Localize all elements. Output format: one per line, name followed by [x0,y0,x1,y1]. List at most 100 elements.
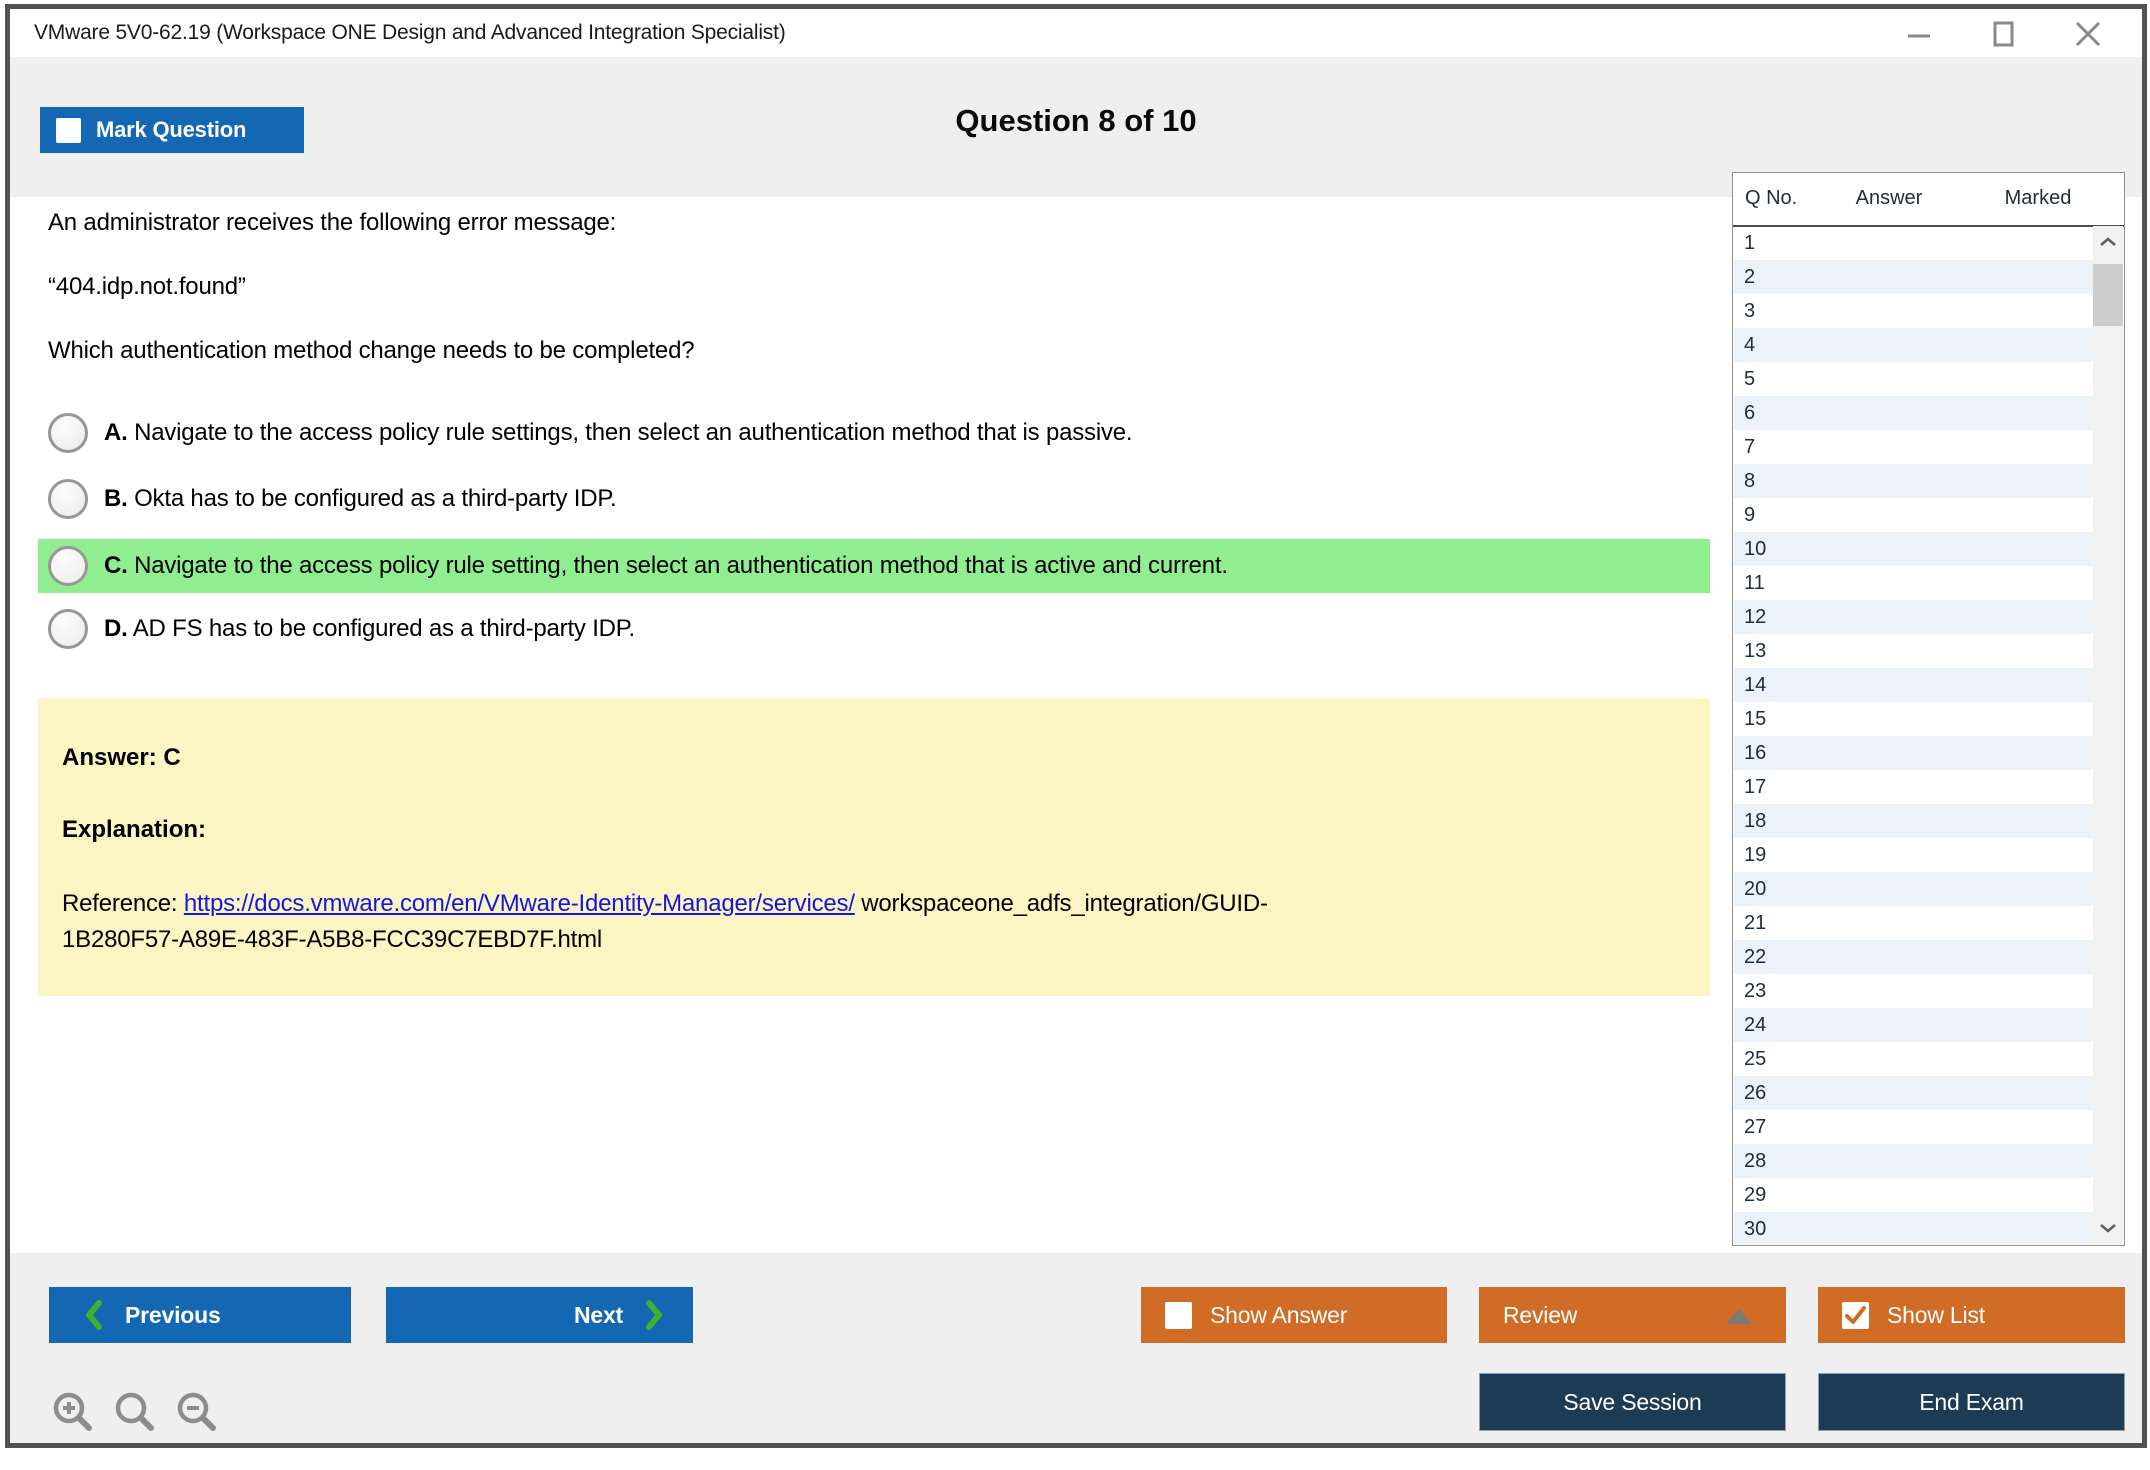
question-line-3: Which authentication method change needs… [48,337,694,365]
question-row[interactable]: 22 [1734,940,2093,974]
question-row[interactable]: 24 [1734,1008,2093,1042]
question-row[interactable]: 20 [1734,872,2093,906]
question-row[interactable]: 21 [1734,906,2093,940]
question-number: 14 [1744,674,1766,697]
question-row[interactable]: 10 [1734,532,2093,566]
option-text: C. Navigate to the access policy rule se… [104,552,1228,580]
magnifier-icon[interactable] [112,1389,158,1435]
show-list-button[interactable]: Show List [1818,1287,2125,1343]
chevron-right-icon [645,1300,663,1330]
option-text: D. AD FS has to be configured as a third… [104,615,635,643]
question-number: 28 [1744,1150,1766,1173]
question-row[interactable]: 13 [1734,634,2093,668]
question-row[interactable]: 9 [1734,498,2093,532]
radio-button[interactable] [48,609,88,649]
minimize-button[interactable] [1906,19,1932,49]
radio-button[interactable] [48,413,88,453]
question-number: 18 [1744,810,1766,833]
column-header-qno: Q No. [1745,187,1797,210]
question-number: 3 [1744,300,1755,323]
question-number: 22 [1744,946,1766,969]
option-letter: A. [104,419,128,446]
question-row[interactable]: 14 [1734,668,2093,702]
question-line-2: “404.idp.not.found” [48,273,246,301]
question-number: 27 [1744,1116,1766,1139]
question-number: 12 [1744,606,1766,629]
question-row[interactable]: 23 [1734,974,2093,1008]
question-number: 8 [1744,470,1755,493]
scroll-down-icon[interactable] [2093,1212,2123,1244]
question-row[interactable]: 1 [1734,226,2093,260]
question-row[interactable]: 4 [1734,328,2093,362]
question-row[interactable]: 27 [1734,1110,2093,1144]
question-row[interactable]: 26 [1734,1076,2093,1110]
maximize-button[interactable] [1990,19,2016,49]
question-number: 5 [1744,368,1755,391]
previous-button[interactable]: Previous [49,1287,351,1343]
app-window: VMware 5V0-62.19 (Workspace ONE Design a… [5,4,2147,1448]
answer-label: Answer: C [62,744,1686,772]
check-icon [1842,1302,1869,1329]
show-answer-button[interactable]: Show Answer [1141,1287,1447,1343]
zoom-in-icon[interactable] [50,1389,96,1435]
question-number: 13 [1744,640,1766,663]
triangle-up-icon [1726,1309,1752,1324]
question-row[interactable]: 12 [1734,600,2093,634]
close-button[interactable] [2074,19,2102,49]
answer-panel: Answer: C Explanation: Reference: https:… [38,698,1710,996]
question-number: 19 [1744,844,1766,867]
column-header-marked: Marked [1985,187,2091,210]
scroll-thumb[interactable] [2093,264,2123,326]
option-d[interactable]: D. AD FS has to be configured as a third… [38,602,1710,656]
explanation-label: Explanation: [62,816,1686,844]
question-row[interactable]: 19 [1734,838,2093,872]
zoom-out-icon[interactable] [174,1389,220,1435]
question-list-header: Q No. Answer Marked [1733,173,2124,227]
question-row[interactable]: 28 [1734,1144,2093,1178]
question-number: 9 [1744,504,1755,527]
question-row[interactable]: 8 [1734,464,2093,498]
end-exam-label: End Exam [1919,1389,2024,1416]
question-number: 23 [1744,980,1766,1003]
question-row[interactable]: 11 [1734,566,2093,600]
question-list-scrollbar[interactable] [2093,226,2123,1244]
question-row[interactable]: 30 [1734,1212,2093,1244]
question-row[interactable]: 15 [1734,702,2093,736]
end-exam-button[interactable]: End Exam [1818,1373,2125,1431]
question-row[interactable]: 29 [1734,1178,2093,1212]
option-b[interactable]: B. Okta has to be configured as a third-… [38,472,1710,526]
question-row[interactable]: 18 [1734,804,2093,838]
save-session-label: Save Session [1563,1389,1701,1416]
question-row[interactable]: 6 [1734,396,2093,430]
question-number: 16 [1744,742,1766,765]
question-row[interactable]: 3 [1734,294,2093,328]
question-row[interactable]: 7 [1734,430,2093,464]
radio-button[interactable] [48,479,88,519]
next-button[interactable]: Next [386,1287,693,1343]
scroll-up-icon[interactable] [2093,226,2123,258]
show-answer-checkbox[interactable] [1165,1302,1192,1329]
question-row[interactable]: 5 [1734,362,2093,396]
option-a[interactable]: A. Navigate to the access policy rule se… [38,406,1710,460]
radio-button[interactable] [48,546,88,586]
show-list-checkbox-checked[interactable] [1842,1302,1869,1329]
review-button[interactable]: Review [1479,1287,1786,1343]
question-number: 25 [1744,1048,1766,1071]
reference-line2: 1B280F57-A89E-483F-A5B8-FCC39C7EBD7F.htm… [62,926,602,953]
option-c[interactable]: C. Navigate to the access policy rule se… [38,539,1710,593]
question-number: 30 [1744,1218,1766,1241]
question-row[interactable]: 17 [1734,770,2093,804]
question-number: 21 [1744,912,1766,935]
question-row[interactable]: 16 [1734,736,2093,770]
question-row[interactable]: 2 [1734,260,2093,294]
question-number: 11 [1744,572,1765,595]
save-session-button[interactable]: Save Session [1479,1373,1786,1431]
question-number: 17 [1744,776,1766,799]
footer-bar: Previous Next Show Answer Review Show Li… [10,1253,2142,1443]
reference-link[interactable]: https://docs.vmware.com/en/VMware-Identi… [184,890,855,917]
question-row[interactable]: 25 [1734,1042,2093,1076]
question-number: 1 [1744,232,1755,255]
option-letter: B. [104,485,128,512]
show-list-label: Show List [1887,1302,1985,1329]
option-text: A. Navigate to the access policy rule se… [104,419,1132,447]
